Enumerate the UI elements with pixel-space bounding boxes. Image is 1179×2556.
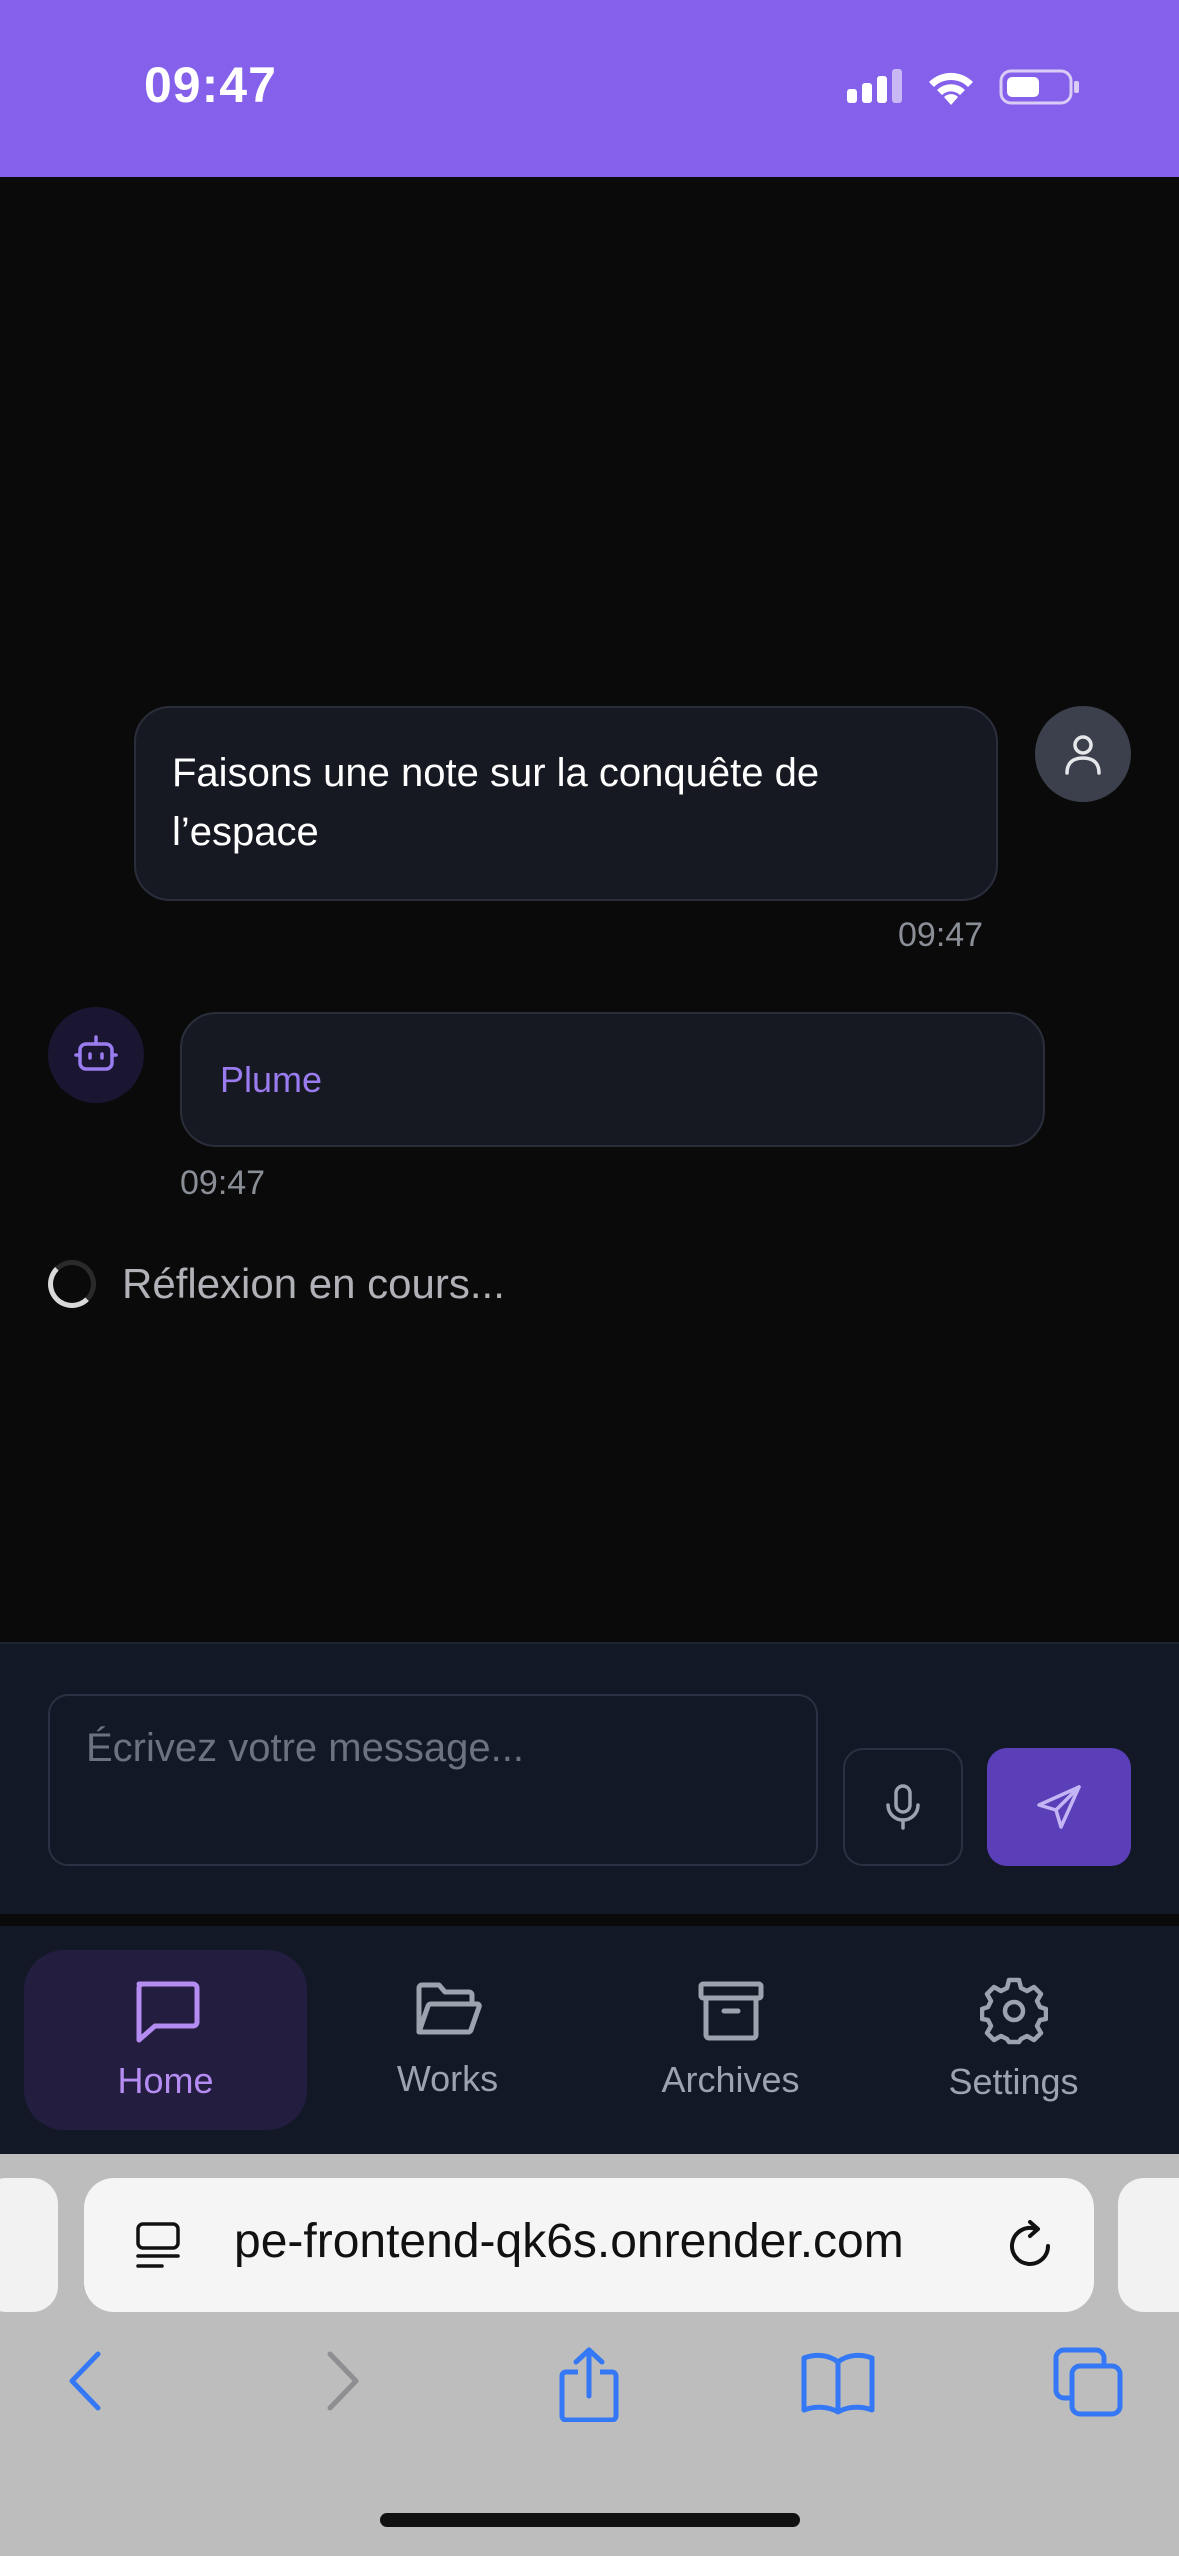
- nav-item-archives[interactable]: Archives: [589, 1950, 872, 2130]
- tabs-icon[interactable]: [1052, 2346, 1124, 2418]
- chat-bubble-icon: [136, 1981, 199, 2043]
- url-value: pe-frontend-qk6s.onrender.com: [234, 2215, 904, 2268]
- nav-label-works: Works: [396, 2058, 499, 2099]
- previous-tab-peek[interactable]: [0, 2178, 58, 2312]
- nav-item-works[interactable]: Works: [306, 1950, 589, 2130]
- home-indicator: [380, 2513, 800, 2527]
- forward-icon[interactable]: [312, 2346, 368, 2416]
- microphone-icon: [886, 1784, 920, 1830]
- bot-avatar: [48, 1007, 144, 1103]
- nav-label-archives: Archives: [661, 2059, 800, 2100]
- nav-label-home: Home: [117, 2060, 214, 2101]
- share-icon[interactable]: [556, 2346, 622, 2422]
- thinking-text: Réflexion en cours...: [122, 1260, 505, 1307]
- thinking-indicator: Réflexion en cours...: [48, 1260, 505, 1308]
- spinner-icon: [48, 1260, 96, 1308]
- gear-icon: [979, 1977, 1048, 2045]
- message-composer: [0, 1642, 1179, 1914]
- url-text: pe-frontend-qk6s.onrender.com: [234, 2214, 1054, 2269]
- archive-icon: [698, 1981, 763, 2041]
- cellular-signal-icon: [847, 69, 902, 103]
- bot-message-time: 09:47: [180, 1164, 266, 1202]
- page-menu-icon[interactable]: [134, 2220, 182, 2272]
- folder-open-icon: [416, 1982, 482, 2035]
- bookmarks-icon[interactable]: [800, 2350, 876, 2416]
- bot-name: Plume: [220, 1058, 323, 1100]
- back-icon[interactable]: [60, 2346, 116, 2416]
- wifi-icon: [929, 72, 973, 105]
- send-icon: [1037, 1785, 1081, 1829]
- user-message-text: Faisons une note sur la conquête de l’es…: [172, 751, 820, 854]
- status-icons: [847, 60, 1081, 114]
- microphone-button[interactable]: [843, 1748, 963, 1866]
- user-message-time: 09:47: [898, 916, 984, 954]
- chat-area[interactable]: Faisons une note sur la conquête de l’es…: [0, 177, 1179, 1642]
- next-tab-peek[interactable]: [1118, 2178, 1179, 2312]
- nav-label-settings: Settings: [948, 2061, 1079, 2102]
- bot-icon: [74, 1035, 118, 1071]
- bottom-navigation: Home Works Archives Settings: [0, 1926, 1179, 2154]
- message-input[interactable]: [48, 1694, 818, 1866]
- send-button[interactable]: [987, 1748, 1131, 1866]
- user-icon: [1065, 735, 1101, 775]
- reload-icon[interactable]: [1004, 2218, 1056, 2272]
- bot-message-bubble: Plume: [180, 1012, 1045, 1147]
- browser-chrome: pe-frontend-qk6s.onrender.com: [0, 2154, 1179, 2556]
- user-avatar: [1035, 706, 1131, 802]
- nav-item-settings[interactable]: Settings: [872, 1950, 1155, 2130]
- status-time: 09:47: [144, 57, 277, 113]
- address-bar[interactable]: pe-frontend-qk6s.onrender.com: [84, 2178, 1094, 2312]
- user-message-bubble: Faisons une note sur la conquête de l’es…: [134, 706, 998, 901]
- nav-divider: [0, 1914, 1179, 1926]
- status-bar: 09:47: [0, 0, 1179, 177]
- nav-item-home[interactable]: Home: [24, 1950, 307, 2130]
- battery-icon: [999, 69, 1079, 105]
